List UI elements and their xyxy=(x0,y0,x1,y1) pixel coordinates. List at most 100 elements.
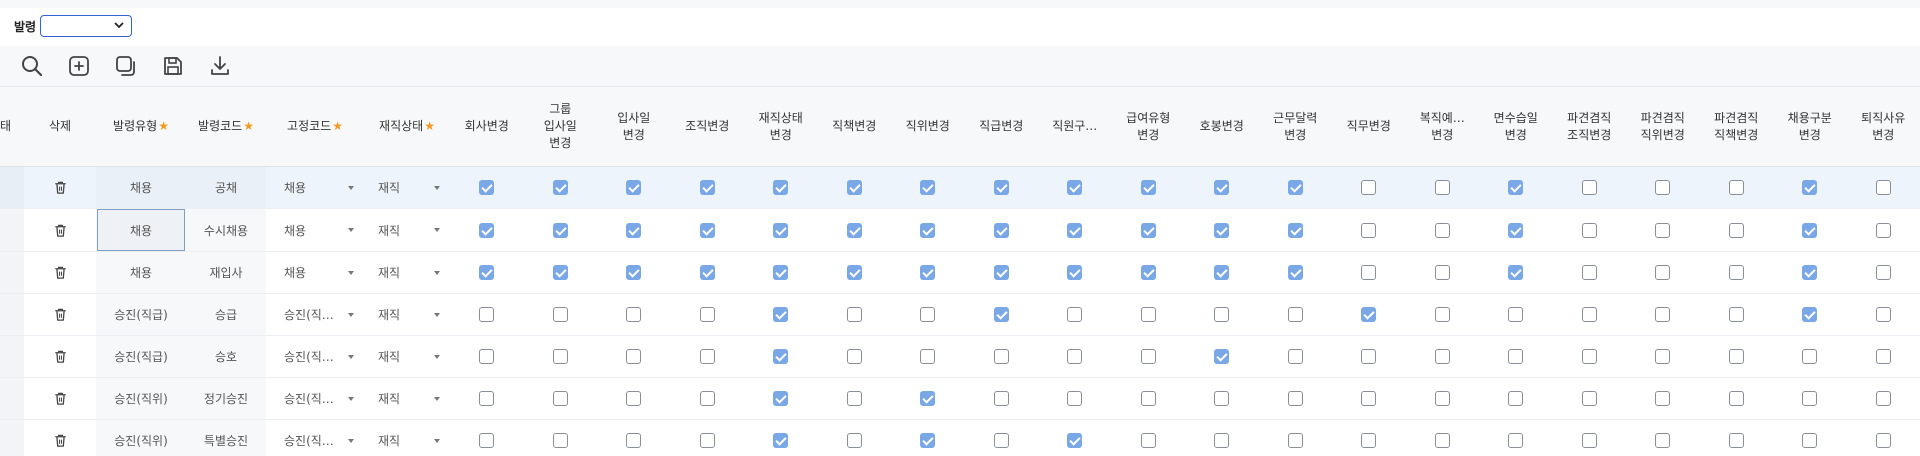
checkbox-unchecked[interactable] xyxy=(1581,433,1597,448)
fixed-code-dropdown[interactable]: 승진(직… xyxy=(266,306,364,323)
checkbox-unchecked[interactable] xyxy=(479,349,495,364)
col-header-flag[interactable]: 직책변경 xyxy=(818,87,892,167)
delete-cell[interactable] xyxy=(24,209,96,252)
checkbox-checked[interactable] xyxy=(993,265,1009,280)
table-row[interactable]: 채용 공채 채용 재직 xyxy=(0,166,1920,209)
table-row[interactable]: 승진(직급) 승호 승진(직… 재직 xyxy=(0,335,1920,378)
checkbox-unchecked[interactable] xyxy=(1067,391,1083,406)
table-row[interactable]: 승진(직위) 정기승진 승진(직… 재직 xyxy=(0,377,1920,420)
emp-status-dropdown[interactable]: 재직 xyxy=(364,222,450,239)
selected-cell-box[interactable]: 채용 xyxy=(97,209,185,251)
delete-cell[interactable] xyxy=(24,378,96,420)
checkbox-unchecked[interactable] xyxy=(1067,307,1083,322)
checkbox-checked[interactable] xyxy=(1361,307,1377,322)
checkbox-unchecked[interactable] xyxy=(1361,180,1377,195)
checkbox-unchecked[interactable] xyxy=(1361,222,1377,238)
checkbox-unchecked[interactable] xyxy=(1728,391,1744,406)
fixed-code-dropdown[interactable]: 채용 xyxy=(266,179,364,196)
checkbox-unchecked[interactable] xyxy=(479,391,495,406)
checkbox-unchecked[interactable] xyxy=(1508,433,1524,448)
checkbox-unchecked[interactable] xyxy=(1875,180,1891,195)
checkbox-unchecked[interactable] xyxy=(626,349,642,364)
checkbox-checked[interactable] xyxy=(846,265,862,280)
emp-status-cell[interactable]: 재직 xyxy=(364,294,450,336)
checkbox-checked[interactable] xyxy=(552,180,568,195)
delete-row-button[interactable] xyxy=(53,433,68,447)
table-row[interactable]: 승진(직위) 특별승진 승진(직… 재직 xyxy=(0,419,1920,456)
checkbox-unchecked[interactable] xyxy=(1875,391,1891,406)
checkbox-unchecked[interactable] xyxy=(552,433,568,448)
checkbox-unchecked[interactable] xyxy=(846,349,862,364)
checkbox-checked[interactable] xyxy=(1508,222,1524,238)
col-header-flag[interactable]: 면수습일 변경 xyxy=(1479,87,1553,167)
order-type-cell[interactable]: 승진(직위) xyxy=(96,377,186,420)
col-header-flag[interactable]: 파견겸직 직책변경 xyxy=(1700,87,1774,167)
col-header-flag[interactable]: 채용구분 변경 xyxy=(1773,87,1847,167)
emp-status-cell[interactable]: 재직 xyxy=(364,336,450,378)
fixed-code-dropdown[interactable]: 승진(직… xyxy=(266,390,364,407)
checkbox-unchecked[interactable] xyxy=(1434,307,1450,322)
checkbox-checked[interactable] xyxy=(1140,180,1156,195)
checkbox-unchecked[interactable] xyxy=(1728,433,1744,448)
checkbox-checked[interactable] xyxy=(920,180,936,195)
col-header-flag[interactable]: 그룹 입사일 변경 xyxy=(524,87,598,167)
checkbox-checked[interactable] xyxy=(920,391,936,406)
emp-status-cell[interactable]: 재직 xyxy=(364,252,450,294)
emp-status-dropdown[interactable]: 재직 xyxy=(364,390,450,407)
checkbox-checked[interactable] xyxy=(1214,349,1230,364)
order-type-cell[interactable]: 승진(직급) xyxy=(96,293,186,336)
checkbox-unchecked[interactable] xyxy=(1655,180,1671,195)
delete-cell[interactable] xyxy=(24,294,96,336)
checkbox-unchecked[interactable] xyxy=(1581,180,1597,195)
checkbox-unchecked[interactable] xyxy=(993,433,1009,448)
checkbox-unchecked[interactable] xyxy=(1655,222,1671,238)
col-header-flag[interactable]: 회사변경 xyxy=(450,87,524,167)
emp-status-dropdown[interactable]: 재직 xyxy=(364,432,450,449)
checkbox-unchecked[interactable] xyxy=(1214,433,1230,448)
checkbox-checked[interactable] xyxy=(773,265,789,280)
checkbox-unchecked[interactable] xyxy=(1655,349,1671,364)
checkbox-unchecked[interactable] xyxy=(1508,307,1524,322)
fixed-code-dropdown[interactable]: 승진(직… xyxy=(266,348,364,365)
checkbox-checked[interactable] xyxy=(1067,222,1083,238)
checkbox-checked[interactable] xyxy=(1287,180,1303,195)
checkbox-unchecked[interactable] xyxy=(920,349,936,364)
checkbox-unchecked[interactable] xyxy=(1434,180,1450,195)
checkbox-checked[interactable] xyxy=(1802,265,1818,280)
col-header-flag[interactable]: 퇴직사유 변경 xyxy=(1847,87,1920,167)
col-header-flag[interactable]: 파견겸직 조직변경 xyxy=(1553,87,1627,167)
checkbox-checked[interactable] xyxy=(846,180,862,195)
order-code-cell[interactable]: 재입사 xyxy=(186,251,266,294)
checkbox-unchecked[interactable] xyxy=(1287,433,1303,448)
checkbox-unchecked[interactable] xyxy=(1728,180,1744,195)
checkbox-checked[interactable] xyxy=(699,265,715,280)
checkbox-unchecked[interactable] xyxy=(1875,222,1891,238)
checkbox-unchecked[interactable] xyxy=(993,391,1009,406)
delete-cell[interactable] xyxy=(24,336,96,378)
col-header-flag[interactable]: 입사일 변경 xyxy=(597,87,671,167)
checkbox-unchecked[interactable] xyxy=(699,307,715,322)
checkbox-unchecked[interactable] xyxy=(1067,349,1083,364)
checkbox-checked[interactable] xyxy=(773,222,789,238)
fixed-code-cell[interactable]: 채용 xyxy=(266,252,364,294)
checkbox-checked[interactable] xyxy=(626,265,642,280)
col-header-delete[interactable]: 삭제 xyxy=(24,87,96,167)
checkbox-unchecked[interactable] xyxy=(1140,433,1156,448)
checkbox-unchecked[interactable] xyxy=(1802,433,1818,448)
emp-status-cell[interactable]: 재직 xyxy=(364,378,450,420)
checkbox-unchecked[interactable] xyxy=(1140,349,1156,364)
checkbox-unchecked[interactable] xyxy=(552,349,568,364)
checkbox-checked[interactable] xyxy=(1508,265,1524,280)
order-type-cell[interactable]: 승진(직위) xyxy=(96,419,186,456)
checkbox-unchecked[interactable] xyxy=(1655,265,1671,280)
checkbox-unchecked[interactable] xyxy=(1508,349,1524,364)
checkbox-unchecked[interactable] xyxy=(1581,222,1597,238)
col-header-flag[interactable]: 급여유형 변경 xyxy=(1112,87,1186,167)
order-code-cell[interactable]: 정기승진 xyxy=(186,377,266,420)
checkbox-checked[interactable] xyxy=(1214,180,1230,195)
checkbox-unchecked[interactable] xyxy=(1581,265,1597,280)
checkbox-unchecked[interactable] xyxy=(1434,222,1450,238)
checkbox-checked[interactable] xyxy=(1287,265,1303,280)
fixed-code-cell[interactable]: 채용 xyxy=(266,209,364,252)
checkbox-checked[interactable] xyxy=(1802,222,1818,238)
